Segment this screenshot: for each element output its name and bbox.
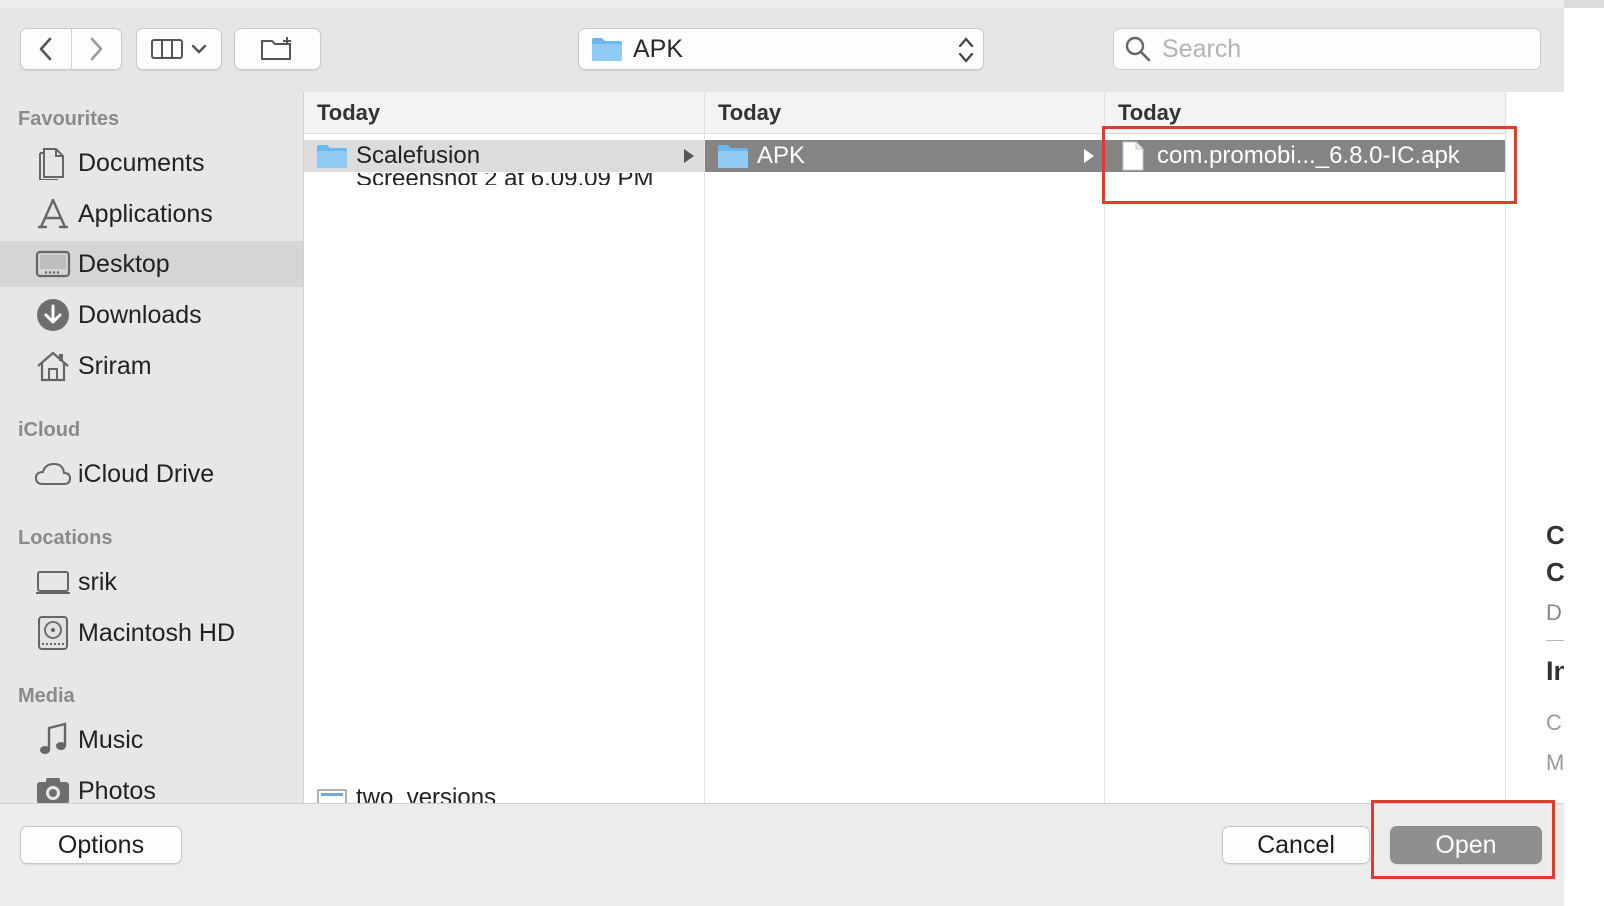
- sidebar: Favourites Documents Applications Deskto…: [0, 92, 304, 803]
- column-3: Today com.promobi..._6.8.0-IC.apk: [1105, 92, 1506, 803]
- document-file-icon: [1117, 141, 1149, 171]
- list-item-apk-folder[interactable]: APK: [705, 140, 1104, 172]
- view-mode-button[interactable]: [136, 28, 222, 70]
- sidebar-item-label: Photos: [78, 776, 156, 804]
- sidebar-item-srik[interactable]: srik: [0, 559, 303, 605]
- sidebar-item-label: Music: [78, 725, 144, 754]
- column-2: Today APK: [705, 92, 1105, 803]
- forward-button[interactable]: [70, 29, 122, 69]
- preview-divider: [1546, 640, 1564, 641]
- sidebar-item-icloud-drive[interactable]: iCloud Drive: [0, 451, 303, 497]
- navigation-buttons: [20, 28, 122, 70]
- column-header: Today: [304, 92, 704, 134]
- folder-icon: [316, 142, 348, 170]
- sidebar-heading-media: Media: [18, 685, 75, 707]
- sidebar-heading-favourites: Favourites: [18, 108, 120, 130]
- preview-text: C: [1546, 557, 1564, 587]
- folder-icon: [592, 38, 622, 61]
- sidebar-item-applications[interactable]: Applications: [0, 191, 303, 237]
- search-icon: [1125, 36, 1151, 62]
- sidebar-item-macintosh-hd[interactable]: Macintosh HD: [0, 610, 303, 656]
- column-browser: Today Scalefusion Screenshot 2 at 6.09.0…: [304, 92, 1506, 803]
- sidebar-item-label: Sriram: [78, 351, 152, 380]
- column-1: Today Scalefusion Screenshot 2 at 6.09.0…: [304, 92, 705, 803]
- list-item-apk-file[interactable]: com.promobi..._6.8.0-IC.apk: [1105, 140, 1505, 172]
- sidebar-item-label: iCloud Drive: [78, 459, 215, 488]
- list-item-scalefusion[interactable]: Scalefusion: [304, 140, 704, 172]
- sidebar-item-label: Desktop: [78, 249, 170, 278]
- preview-text: M: [1546, 750, 1564, 775]
- list-item-two-versions[interactable]: two_versions: [304, 786, 704, 803]
- sidebar-heading-icloud: iCloud: [18, 419, 81, 441]
- sidebar-item-sriram[interactable]: Sriram: [0, 343, 303, 389]
- preview-text: In: [1546, 656, 1564, 686]
- up-down-arrows-icon: [958, 37, 974, 63]
- preview-text: C: [1546, 520, 1564, 550]
- music-icon: [34, 721, 72, 759]
- documents-icon: [34, 144, 72, 182]
- sidebar-item-desktop[interactable]: Desktop: [0, 241, 303, 287]
- computer-icon: [34, 563, 72, 601]
- desktop-icon: [34, 245, 72, 283]
- sidebar-item-label: Documents: [78, 148, 205, 177]
- open-file-dialog: APK Favourites Documents Applications: [0, 0, 1564, 906]
- back-button[interactable]: [21, 29, 71, 69]
- column-view-icon: [151, 39, 183, 59]
- preview-text: D: [1546, 600, 1562, 625]
- path-popup[interactable]: APK: [578, 28, 984, 70]
- chevron-right-icon: [90, 37, 103, 61]
- sidebar-item-label: Applications: [78, 199, 213, 228]
- search-field[interactable]: [1113, 28, 1541, 70]
- sidebar-item-label: Downloads: [78, 300, 202, 329]
- sidebar-item-photos[interactable]: Photos: [0, 768, 303, 803]
- disclosure-arrow-icon: [684, 149, 694, 163]
- photos-icon: [34, 772, 72, 803]
- home-icon: [34, 347, 72, 385]
- column-header: Today: [1105, 92, 1505, 134]
- search-input[interactable]: [1160, 33, 1524, 65]
- bottom-bar: Options Cancel Open: [0, 803, 1564, 906]
- sidebar-heading-locations: Locations: [18, 527, 113, 549]
- image-file-icon: [317, 789, 347, 803]
- toolbar: APK: [0, 8, 1564, 93]
- chevron-down-icon: [191, 44, 207, 54]
- folder-icon: [717, 142, 749, 170]
- sidebar-item-music[interactable]: Music: [0, 717, 303, 763]
- cloud-icon: [34, 455, 72, 493]
- cancel-button[interactable]: Cancel: [1222, 826, 1370, 864]
- open-button[interactable]: Open: [1390, 826, 1542, 864]
- new-folder-icon: [260, 37, 291, 60]
- applications-icon: [34, 195, 72, 233]
- path-popup-label: APK: [633, 34, 684, 63]
- sidebar-item-label: srik: [78, 567, 117, 596]
- sidebar-item-documents[interactable]: Documents: [0, 140, 303, 186]
- options-button[interactable]: Options: [20, 826, 182, 864]
- chevron-left-icon: [39, 37, 52, 61]
- preview-text: C: [1546, 710, 1562, 735]
- sidebar-item-downloads[interactable]: Downloads: [0, 292, 303, 338]
- preview-pane: [1506, 92, 1564, 803]
- disclosure-arrow-icon: [1084, 149, 1094, 163]
- list-item-screenshot[interactable]: Screenshot 2 at 6.09.09 PM: [304, 173, 704, 185]
- column-header: Today: [705, 92, 1104, 134]
- hard-drive-icon: [34, 614, 72, 652]
- new-folder-button[interactable]: [234, 28, 321, 70]
- downloads-icon: [34, 296, 72, 334]
- background-window: [1564, 8, 1604, 906]
- sidebar-item-label: Macintosh HD: [78, 618, 235, 647]
